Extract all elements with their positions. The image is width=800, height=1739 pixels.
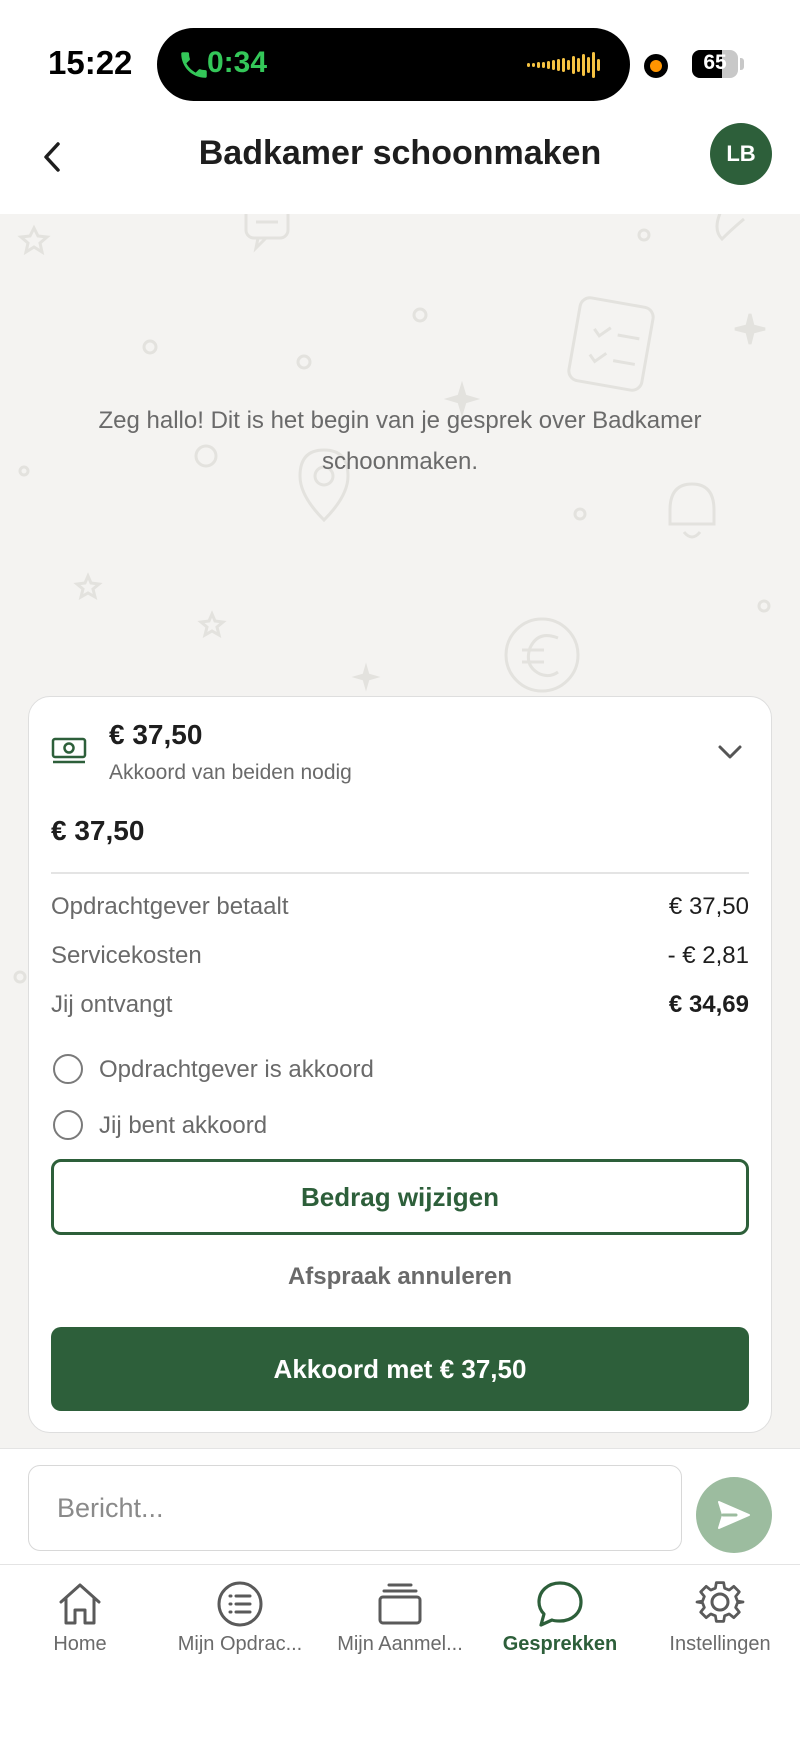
chat-icon bbox=[537, 1581, 583, 1627]
phone-icon bbox=[181, 52, 207, 78]
bell-icon bbox=[668, 482, 716, 539]
radio-unchecked-icon bbox=[53, 1110, 83, 1140]
row-label: Opdrachtgever betaalt bbox=[51, 893, 289, 920]
status-bar: 15:22 0:34 65 bbox=[0, 0, 800, 110]
divider bbox=[51, 872, 749, 874]
tab-label: Home bbox=[53, 1633, 107, 1655]
accept-offer-button[interactable]: Akkoord met € 37,50 bbox=[51, 1327, 749, 1411]
total-amount: € 37,50 bbox=[51, 815, 145, 846]
price-offer-card: € 37,50 Akkoord van beiden nodig € 37,50… bbox=[28, 696, 772, 1433]
star-icon bbox=[17, 224, 51, 256]
chevron-down-icon[interactable] bbox=[715, 737, 745, 767]
message-input[interactable] bbox=[28, 1465, 682, 1551]
audio-waveform-icon bbox=[527, 52, 600, 78]
client-approval-status: Opdrachtgever is akkoord bbox=[53, 1053, 653, 1087]
row-value: € 37,50 bbox=[668, 893, 749, 920]
pin-icon bbox=[715, 214, 745, 242]
bottom-navigation: Home Mijn Opdrac... Mijn Aanmel... Gespr… bbox=[0, 1564, 800, 1739]
call-duration: 0:34 bbox=[207, 46, 268, 79]
change-amount-button[interactable]: Bedrag wijzigen bbox=[51, 1159, 749, 1235]
tab-home[interactable]: Home bbox=[0, 1565, 160, 1675]
service-fee-row: Servicekosten - € 2,81 bbox=[51, 938, 749, 974]
checklist-icon bbox=[567, 296, 655, 392]
approval-label: Jij bent akkoord bbox=[99, 1112, 268, 1139]
euro-coin-icon bbox=[504, 617, 580, 693]
page-title: Badkamer schoonmaken bbox=[198, 134, 602, 172]
cancel-appointment-button[interactable]: Afspraak annuleren bbox=[51, 1255, 749, 1299]
tab-label: Mijn Opdrac... bbox=[177, 1633, 303, 1655]
list-icon bbox=[217, 1581, 263, 1627]
send-button[interactable] bbox=[696, 1477, 772, 1553]
offer-status: Akkoord van beiden nodig bbox=[109, 761, 352, 784]
active-call-pill[interactable]: 0:34 bbox=[157, 28, 630, 101]
row-label: Servicekosten bbox=[51, 942, 202, 969]
stack-icon bbox=[378, 1583, 422, 1625]
row-label: Jij ontvangt bbox=[51, 991, 173, 1018]
your-approval-status: Jij bent akkoord bbox=[53, 1109, 653, 1143]
battery-icon: 65 bbox=[692, 50, 738, 78]
battery-cap bbox=[740, 58, 744, 70]
you-receive-row: Jij ontvangt € 34,69 bbox=[51, 987, 749, 1023]
home-icon bbox=[59, 1583, 101, 1625]
message-composer bbox=[0, 1448, 800, 1564]
offer-amount: € 37,50 bbox=[109, 719, 203, 750]
avatar[interactable]: LB bbox=[710, 123, 772, 185]
tab-my-assignments[interactable]: Mijn Opdrac... bbox=[160, 1565, 320, 1675]
tab-conversations[interactable]: Gesprekken bbox=[480, 1565, 640, 1675]
status-time: 15:22 bbox=[48, 44, 133, 81]
send-icon bbox=[718, 1501, 750, 1529]
approval-label: Opdrachtgever is akkoord bbox=[99, 1056, 374, 1083]
client-pays-row: Opdrachtgever betaalt € 37,50 bbox=[51, 889, 749, 925]
tab-label: Instellingen bbox=[669, 1633, 771, 1655]
tab-label: Gesprekken bbox=[502, 1633, 618, 1655]
conversation-header: Badkamer schoonmaken LB bbox=[0, 110, 800, 214]
row-value: - € 2,81 bbox=[667, 942, 749, 969]
tab-label: Mijn Aanmel... bbox=[337, 1633, 463, 1655]
money-icon bbox=[51, 737, 87, 764]
battery-percentage: 65 bbox=[703, 51, 727, 74]
recording-indicator bbox=[644, 54, 668, 78]
row-value: € 34,69 bbox=[668, 991, 749, 1018]
tab-settings[interactable]: Instellingen bbox=[640, 1565, 800, 1675]
message-icon bbox=[244, 214, 290, 240]
tab-my-applications[interactable]: Mijn Aanmel... bbox=[320, 1565, 480, 1675]
radio-unchecked-icon bbox=[53, 1054, 83, 1084]
conversation-intro: Zeg hallo! Dit is het begin van je gespr… bbox=[98, 407, 702, 475]
gear-icon bbox=[695, 1581, 745, 1623]
